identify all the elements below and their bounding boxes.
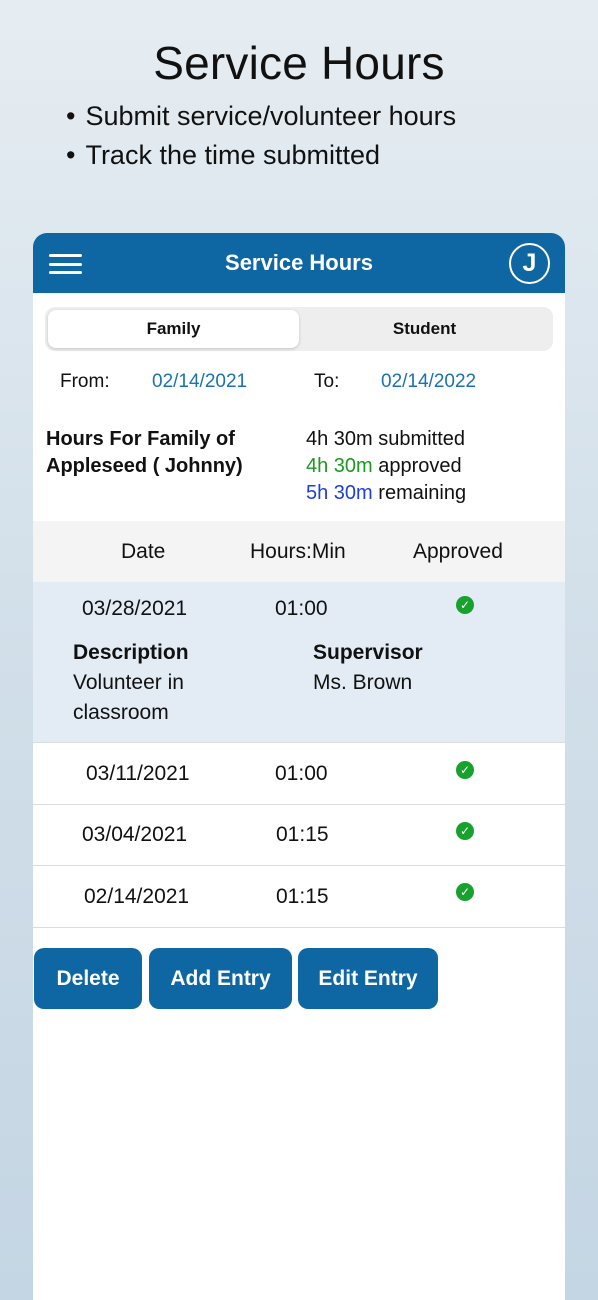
supervisor-label: Supervisor [313,641,423,664]
remaining-line: 5h 30m remaining [306,480,466,507]
table-row[interactable]: 03/04/2021 01:15 ✓ [33,805,565,866]
submitted-value: 4h 30m [306,428,373,450]
column-approved: Approved [413,540,503,563]
table-row[interactable]: 03/11/2021 01:00 ✓ [33,743,565,805]
approved-text: approved [378,455,462,477]
table-header: Date Hours:Min Approved [33,521,565,582]
edit-entry-button[interactable]: Edit Entry [298,948,438,1009]
family-heading: Hours For Family of Appleseed ( Johnny) [46,428,243,477]
approved-check-icon: ✓ [456,596,474,614]
app-screen: Service Hours J Family Student From: 02/… [33,233,565,1300]
approved-check-icon: ✓ [456,761,474,779]
submitted-line: 4h 30m submitted [306,426,466,453]
row-time: 01:00 [275,597,328,620]
approved-check-icon: ✓ [456,822,474,840]
from-label: From: [60,371,110,392]
tab-family[interactable]: Family [48,310,299,348]
description-value: Volunteer in classroom [73,671,184,724]
submitted-text: submitted [378,428,465,450]
hours-totals: 4h 30m submitted 4h 30m approved 5h 30m … [306,426,466,507]
to-date-picker[interactable]: 02/14/2022 [381,371,476,393]
date-range: From: 02/14/2021 To: 02/14/2022 [33,371,565,395]
column-date: Date [121,540,166,563]
from-date-picker[interactable]: 02/14/2021 [152,371,247,393]
family-student-toggle: Family Student [45,307,553,351]
description-label: Description [73,641,189,664]
row-date: 03/04/2021 [82,823,188,846]
table-row[interactable]: 02/14/2021 01:15 ✓ [33,866,565,928]
to-label: To: [314,371,340,392]
tab-student[interactable]: Student [299,310,550,348]
row-time: 01:15 [276,885,329,908]
header-title: Service Hours [225,250,373,275]
promo-title: Service Hours [153,37,445,89]
hours-summary: Hours For Family of Appleseed ( Johnny) … [46,426,556,510]
approved-check-icon: ✓ [456,883,474,901]
table-row[interactable]: 03/28/2021 01:00 ✓ Description Volunteer… [33,582,565,743]
row-time: 01:00 [275,762,328,785]
row-date: 03/11/2021 [86,762,190,785]
row-date: 02/14/2021 [84,885,190,908]
supervisor-value: Ms. Brown [313,671,413,694]
column-hours: Hours:Min [250,540,346,563]
remaining-text: remaining [378,482,467,504]
delete-button[interactable]: Delete [34,948,142,1009]
remaining-value: 5h 30m [306,482,373,504]
add-entry-button[interactable]: Add Entry [149,948,292,1009]
promo-bullet: Track the time submitted [66,137,456,176]
approved-value: 4h 30m [306,455,373,477]
row-time: 01:15 [276,823,329,846]
row-date: 03/28/2021 [82,597,188,620]
app-header: Service Hours J [33,233,565,293]
promo-bullet-list: Submit service/volunteer hours Track the… [66,98,456,176]
promo-bullet: Submit service/volunteer hours [66,98,456,137]
approved-line: 4h 30m approved [306,453,466,480]
avatar[interactable]: J [509,243,550,284]
